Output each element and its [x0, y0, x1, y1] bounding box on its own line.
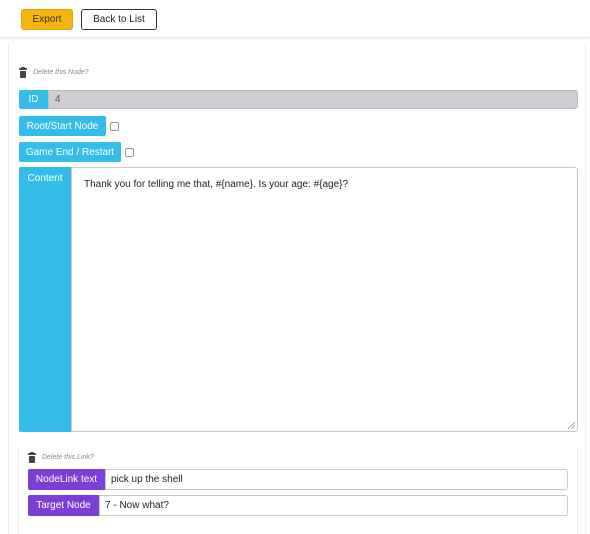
trash-icon[interactable]	[19, 67, 27, 78]
export-button[interactable]: Export	[21, 9, 73, 30]
trash-icon[interactable]	[28, 452, 36, 463]
top-toolbar: Export Back to List	[0, 0, 590, 38]
game-end-restart-label: Game End / Restart	[19, 142, 121, 162]
node-link-panel	[18, 446, 578, 534]
target-node-label: Target Node	[28, 495, 99, 516]
delete-link-link[interactable]: Delete this Link?	[42, 454, 94, 461]
root-start-node-label: Root/Start Node	[19, 116, 106, 136]
game-end-restart-checkbox[interactable]	[125, 148, 134, 157]
root-start-node-checkbox[interactable]	[110, 122, 119, 131]
back-to-list-button[interactable]: Back to List	[81, 9, 157, 30]
nodelink-text-label: NodeLink text	[28, 469, 105, 490]
nodelink-text-input[interactable]: pick up the shell	[105, 469, 568, 490]
target-node-select[interactable]: 7 - Now what?	[99, 495, 568, 516]
id-label: ID	[19, 90, 48, 109]
content-text: Thank you for telling me that, #{name}. …	[84, 179, 349, 190]
content-label: Content	[19, 167, 71, 432]
resize-handle-icon[interactable]	[568, 422, 575, 429]
delete-node-link[interactable]: Delete this Node?	[33, 69, 89, 76]
id-field: 4	[48, 90, 578, 109]
content-textarea[interactable]: Thank you for telling me that, #{name}. …	[71, 167, 578, 432]
